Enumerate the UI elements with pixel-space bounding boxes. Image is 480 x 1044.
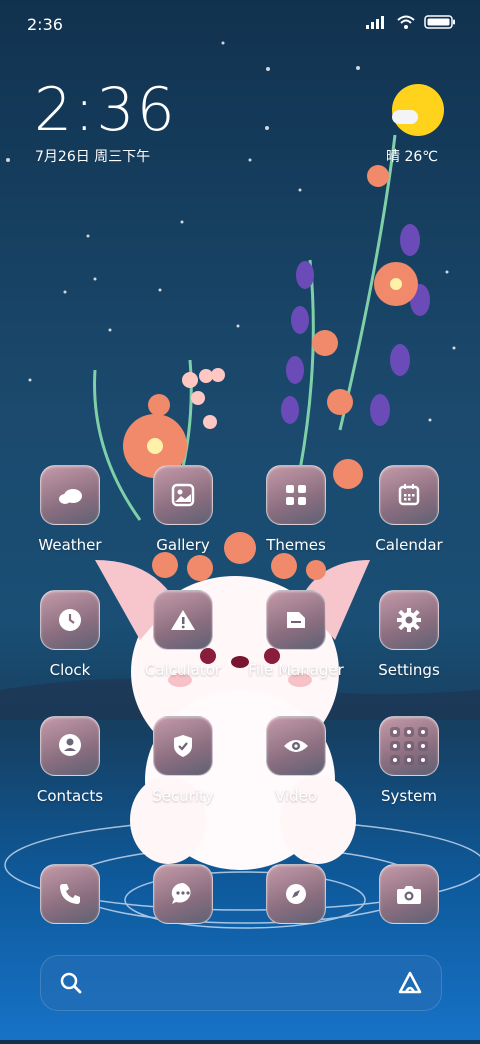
app-label: Clock [49, 661, 91, 679]
shield-check-icon [174, 735, 192, 757]
clock-widget-date: 7月26日 周三下午 [35, 149, 151, 165]
warning-icon [171, 610, 195, 630]
app-label: System [381, 787, 437, 805]
app-icon-tile[interactable] [40, 590, 100, 650]
app-icon-tile[interactable] [153, 590, 213, 650]
app-label: Contacts [36, 787, 104, 805]
app-icon-tile[interactable] [379, 590, 439, 650]
search-icon[interactable] [59, 971, 83, 995]
weather-widget-text: 晴 26℃ [386, 149, 438, 165]
app-icon-tile[interactable] [153, 716, 213, 776]
phone-icon [60, 884, 80, 904]
clock-widget-time[interactable]: 2:36 [34, 78, 177, 142]
image-icon [171, 483, 195, 507]
app-label: Video [274, 787, 318, 805]
app-label: Gallery [156, 536, 210, 554]
app-gallery[interactable]: Gallery [127, 465, 239, 554]
app-label: Themes [266, 536, 326, 554]
status-bar: 2:36 [0, 0, 480, 50]
clock-icon [59, 609, 81, 631]
search-bar[interactable] [40, 955, 442, 1011]
dock-browser[interactable] [240, 864, 352, 924]
app-icon-tile[interactable] [153, 864, 213, 924]
dock-phone[interactable] [14, 864, 126, 924]
eye-icon [284, 740, 308, 752]
app-label: Security [152, 787, 214, 805]
camera-icon [397, 886, 421, 904]
app-file-manager[interactable]: File Manager [240, 590, 352, 679]
message-icon [171, 882, 191, 904]
app-weather[interactable]: Weather [14, 465, 126, 554]
app-folder-system[interactable]: System [353, 716, 465, 805]
app-label: Settings [378, 661, 440, 679]
app-icon-tile[interactable] [40, 864, 100, 924]
app-video[interactable]: Video [240, 716, 352, 805]
dock-camera[interactable] [353, 864, 465, 924]
app-security[interactable]: Security [127, 716, 239, 805]
cloud-icon [392, 110, 418, 124]
app-calendar[interactable]: Calendar [353, 465, 465, 554]
person-icon [59, 734, 81, 756]
calendar-icon [398, 484, 420, 506]
app-settings[interactable]: Settings [353, 590, 465, 679]
battery-icon [424, 15, 455, 29]
folder-icon [287, 612, 305, 628]
app-folder-icon [390, 727, 428, 765]
dock-messages[interactable] [127, 864, 239, 924]
app-label: File Manager [248, 661, 344, 679]
app-calculator[interactable]: Calculator [127, 590, 239, 679]
assistant-icon[interactable] [397, 970, 423, 996]
cloud-icon [59, 489, 82, 504]
app-contacts[interactable]: Contacts [14, 716, 126, 805]
app-icon-tile[interactable] [153, 465, 213, 525]
app-themes[interactable]: Themes [240, 465, 352, 554]
app-icon-tile[interactable] [266, 465, 326, 525]
app-label: Calculator [144, 661, 222, 679]
app-icon-tile[interactable] [40, 465, 100, 525]
app-icon-tile[interactable] [266, 590, 326, 650]
compass-icon [286, 884, 306, 904]
status-time: 2:36 [27, 15, 63, 34]
app-icon-tile[interactable] [379, 716, 439, 776]
signal-icon [366, 16, 384, 29]
gear-icon [397, 608, 421, 632]
app-icon-tile[interactable] [40, 716, 100, 776]
app-clock[interactable]: Clock [14, 590, 126, 679]
wifi-icon [397, 15, 415, 29]
app-icon-tile[interactable] [266, 864, 326, 924]
app-icon-tile[interactable] [379, 864, 439, 924]
app-label: Calendar [375, 536, 443, 554]
app-icon-tile[interactable] [379, 465, 439, 525]
grid-icon [286, 485, 306, 505]
app-label: Weather [38, 536, 102, 554]
app-icon-tile[interactable] [266, 716, 326, 776]
